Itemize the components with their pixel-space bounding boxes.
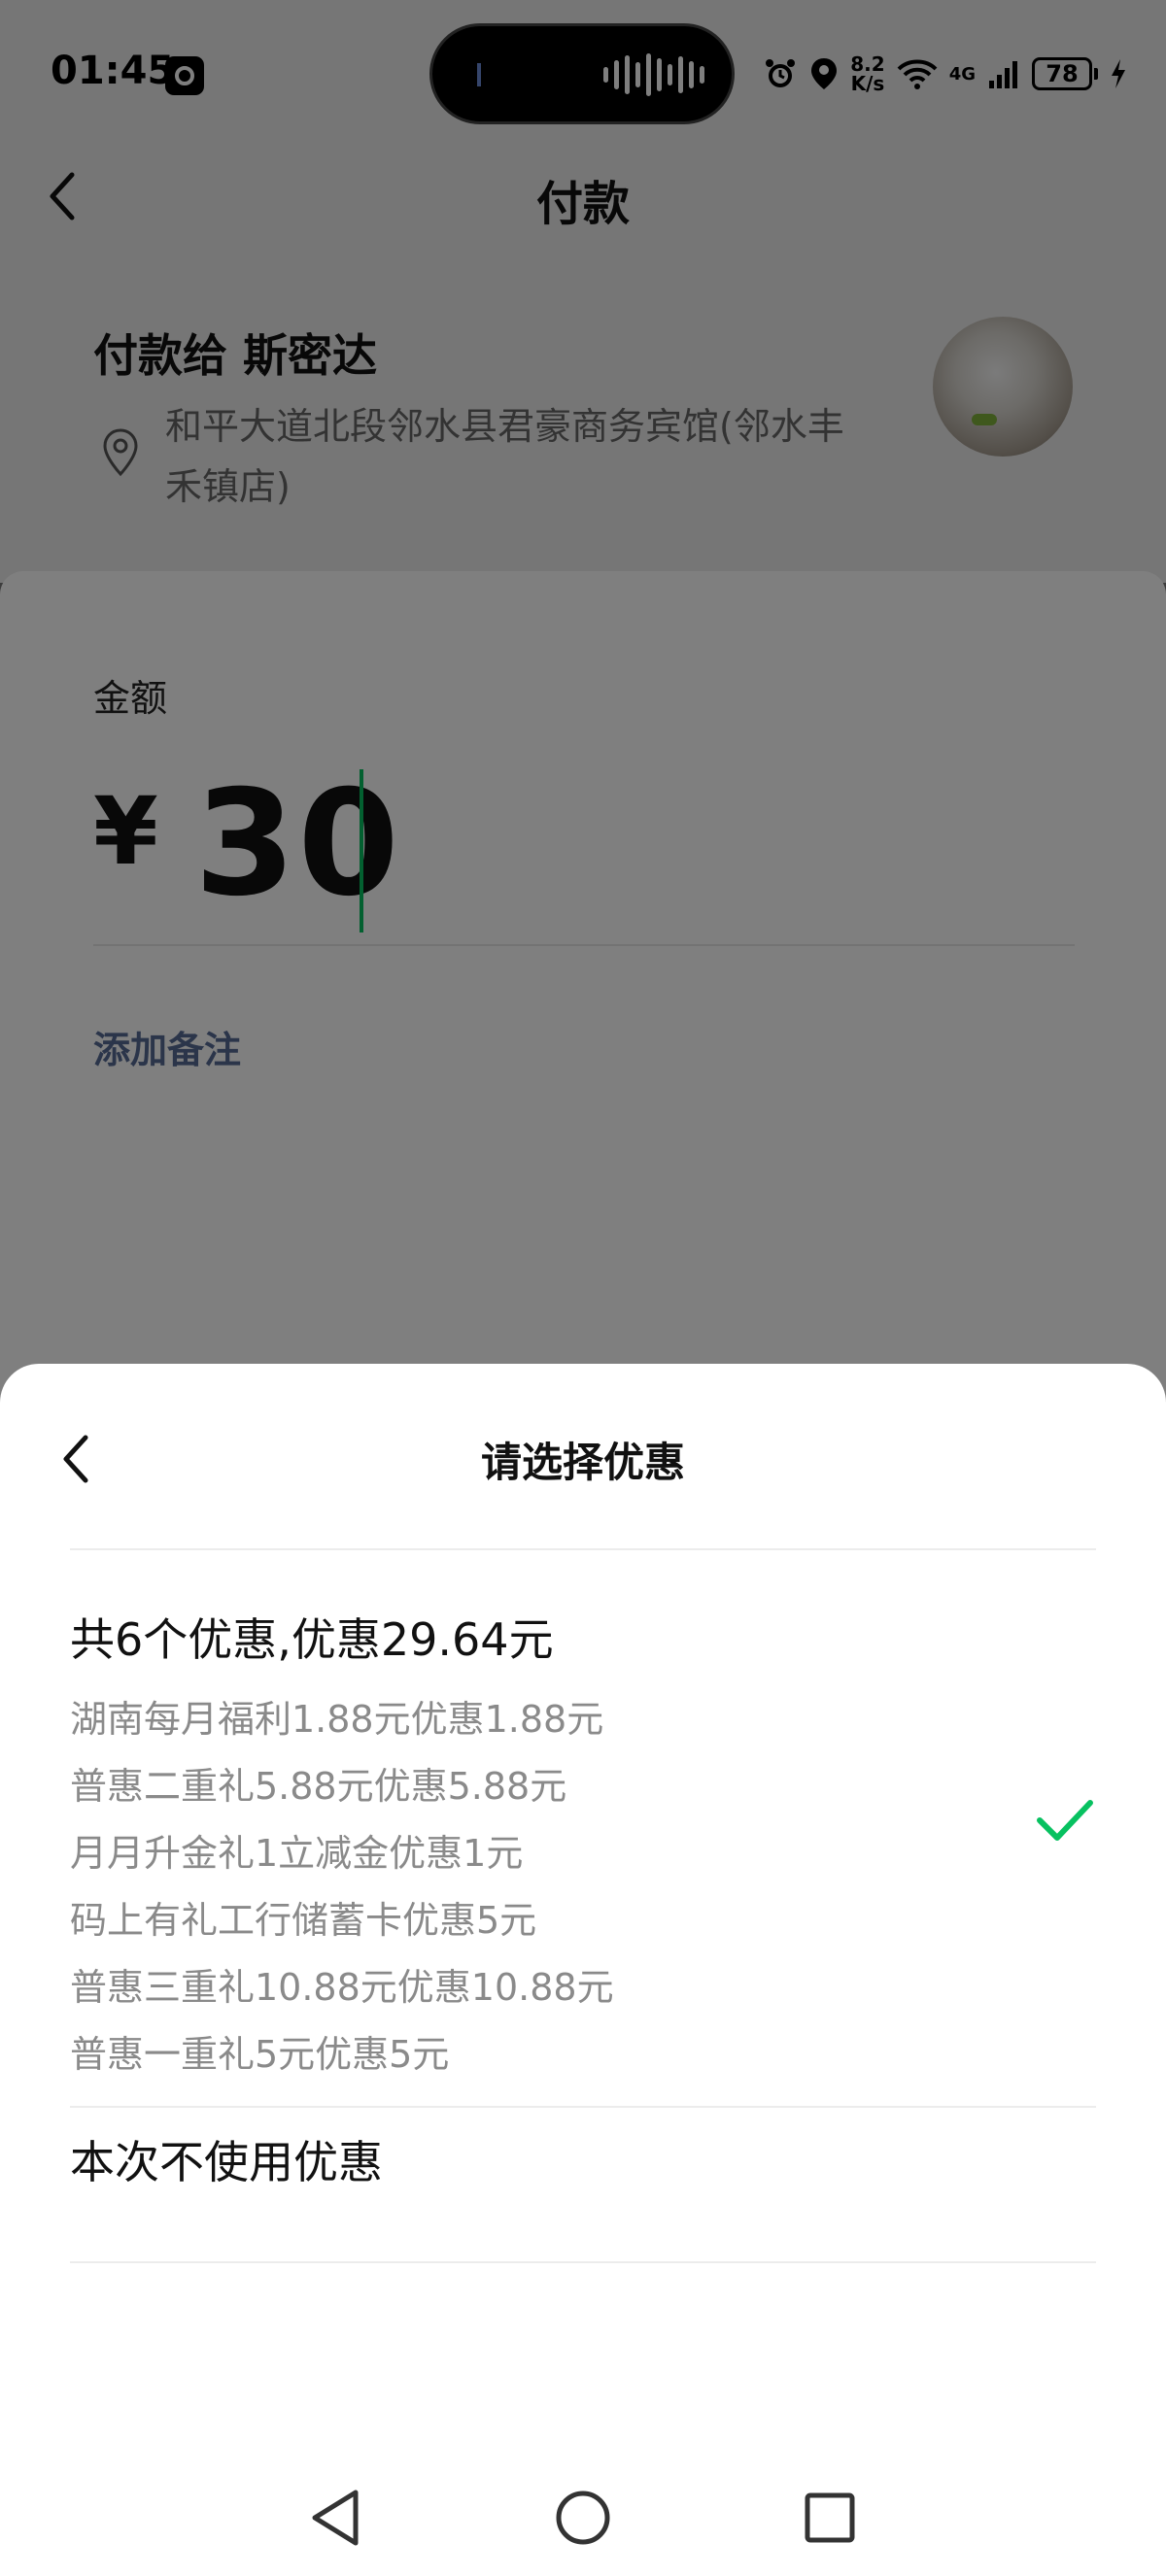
- discount-item: 月月升金礼1立减金优惠1元: [70, 1832, 524, 1875]
- sheet-title: 请选择优惠: [480, 1439, 685, 1486]
- use-all-discounts-option[interactable]: 共6个优惠,优惠29.64元 湖南每月福利1.88元优惠1.88元 普惠二重礼5…: [70, 1597, 1096, 2076]
- discount-summary: 共6个优惠,优惠29.64元: [70, 1613, 554, 1666]
- triangle-back-icon[interactable]: [297, 2479, 375, 2557]
- discount-list: 湖南每月福利1.88元优惠1.88元 普惠二重礼5.88元优惠5.88元 月月升…: [70, 1686, 614, 2088]
- divider: [70, 2261, 1096, 2263]
- discount-item: 普惠二重礼5.88元优惠5.88元: [70, 1765, 567, 1808]
- divider: [70, 1548, 1096, 1550]
- discount-bottom-sheet: 请选择优惠 共6个优惠,优惠29.64元 湖南每月福利1.88元优惠1.88元 …: [0, 1364, 1166, 2576]
- discount-item: 湖南每月福利1.88元优惠1.88元: [70, 1698, 604, 1741]
- checkmark-icon: [1037, 1800, 1093, 1841]
- discount-item: 码上有礼工行储蓄卡优惠5元: [70, 1899, 537, 1942]
- circle-home-icon[interactable]: [544, 2479, 622, 2557]
- discount-item: 普惠一重礼5元优惠5元: [70, 2033, 450, 2076]
- square-recents-icon[interactable]: [791, 2479, 869, 2557]
- system-nav-bar: [0, 2479, 1166, 2576]
- discount-item: 普惠三重礼10.88元优惠10.88元: [70, 1966, 614, 2009]
- no-discount-label: 本次不使用优惠: [70, 2136, 383, 2188]
- no-discount-option[interactable]: 本次不使用优惠: [70, 2108, 1096, 2199]
